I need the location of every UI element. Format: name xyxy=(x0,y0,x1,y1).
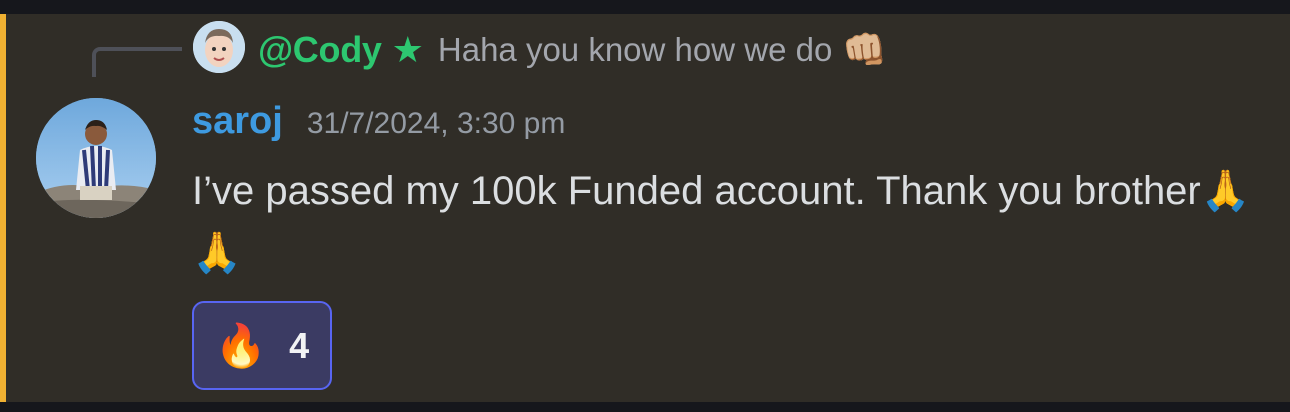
reply-preview[interactable]: @Cody ★ Haha you know how we do 👊🏼 xyxy=(258,28,887,72)
message-timestamp[interactable]: 31/7/2024, 3:30 pm xyxy=(307,107,566,141)
star-icon: ★ xyxy=(391,29,424,70)
reaction-fire[interactable]: 🔥 4 xyxy=(192,301,332,390)
bottom-divider xyxy=(0,402,1290,412)
message-content: I’ve passed my 100k Funded account. Than… xyxy=(192,160,1252,284)
message-text: I’ve passed my 100k Funded account. Than… xyxy=(192,169,1201,213)
message-item[interactable]: @Cody ★ Haha you know how we do 👊🏼 saroj… xyxy=(0,14,1290,402)
message-header: saroj 31/7/2024, 3:30 pm xyxy=(192,100,565,146)
top-divider xyxy=(0,0,1290,14)
reply-connector-line xyxy=(92,47,182,77)
author-avatar[interactable] xyxy=(36,98,156,218)
mention-highlight-bar xyxy=(0,14,6,402)
saroj-avatar-icon xyxy=(36,98,156,218)
fire-emoji-icon: 🔥 xyxy=(214,321,268,369)
fist-emoji-icon: 👊🏼 xyxy=(842,29,888,70)
reply-author-mention[interactable]: @Cody xyxy=(258,29,382,71)
reply-text: Haha you know how we do xyxy=(437,31,833,68)
cody-avatar-icon xyxy=(193,21,245,73)
author-username[interactable]: saroj xyxy=(192,100,283,143)
reaction-count: 4 xyxy=(289,324,310,366)
reply-avatar[interactable] xyxy=(193,21,245,73)
